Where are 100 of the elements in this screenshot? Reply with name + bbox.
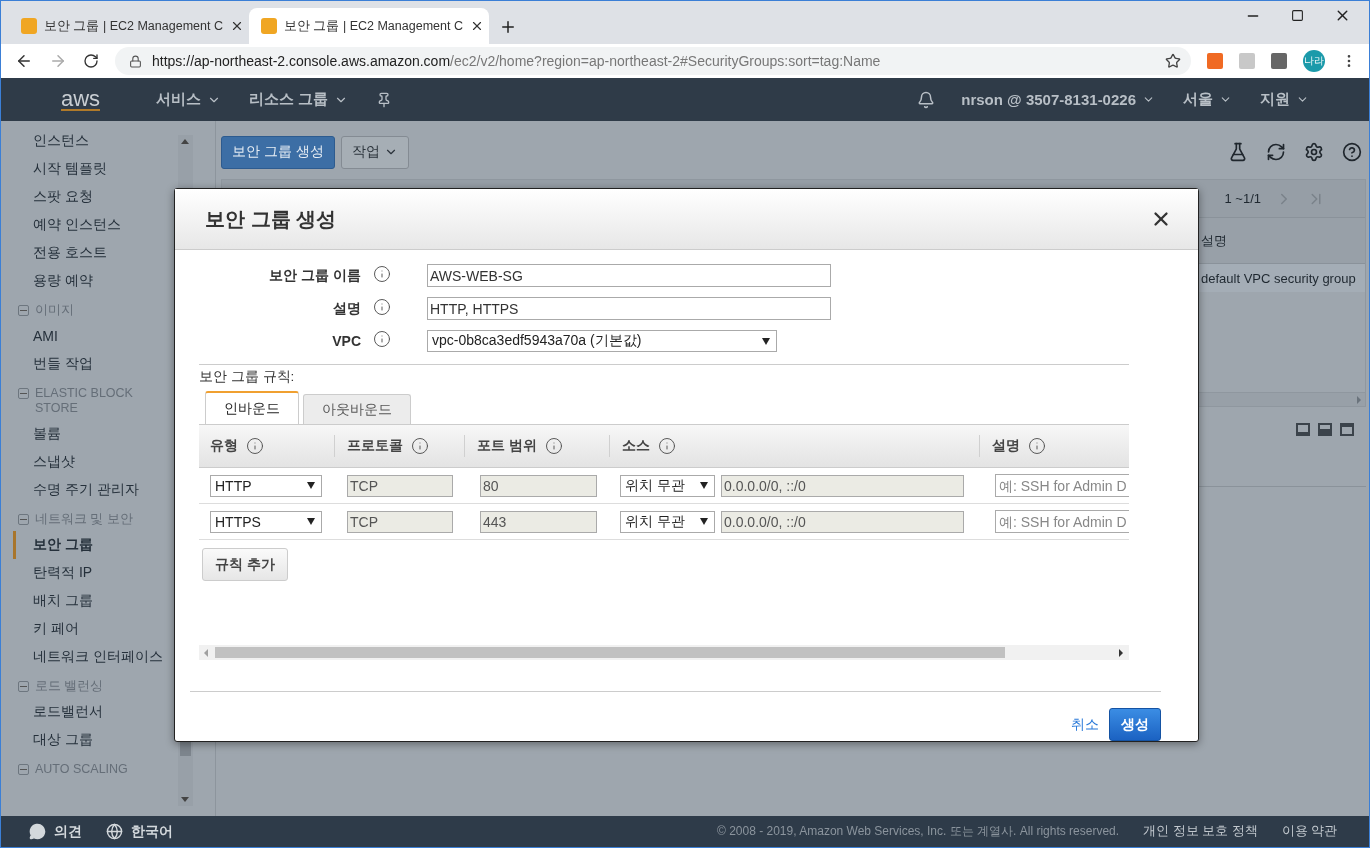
nav-menu[interactable]: 서비스 [156,90,222,109]
account-menu[interactable]: nrson @ 3507-8131-0226 [961,91,1155,108]
language-menu[interactable]: 한국어 [106,822,173,841]
reload-icon[interactable] [83,53,99,69]
description-input[interactable]: 예: SSH for Admin D [995,474,1129,497]
maximize-icon[interactable] [1291,7,1304,24]
collapse-icon[interactable] [18,514,29,525]
add-rule-button[interactable]: 규칙 추가 [202,548,288,581]
star-icon[interactable] [1165,53,1181,69]
column-header: 설명 [992,437,1020,455]
sidebar-item[interactable]: 번들 작업 [13,350,178,378]
sidebar-item[interactable]: 시작 템플릿 [13,155,178,183]
lock-icon [129,54,142,68]
section-label: 보안 그룹 규칙: [199,368,296,386]
rules-tab[interactable]: 인바운드 [205,391,299,424]
region-menu[interactable]: 서울 [1183,90,1232,109]
layout-icon[interactable] [1318,423,1332,436]
column-header: 유형 [210,437,238,455]
back-icon[interactable] [15,52,33,70]
sidebar-item[interactable]: 키 페어 [13,615,178,643]
sidebar-item[interactable]: 로드밸런서 [13,698,178,726]
sidebar-item[interactable]: 스냅샷 [13,448,178,476]
collapse-icon[interactable] [18,764,29,775]
port-input[interactable]: 443 [480,510,597,533]
sidebar-item[interactable]: 수명 주기 관리자 [13,476,178,504]
sidebar-item[interactable]: 대상 그룹 [13,726,178,754]
nav-menu[interactable]: 리소스 그룹 [249,90,349,109]
rules-tab[interactable]: 아웃바운드 [303,394,411,424]
column-header: 소스 [622,437,650,455]
layout-icon[interactable] [1340,423,1354,436]
sidebar-item[interactable]: 볼륨 [13,420,178,448]
help-icon[interactable] [1342,142,1362,162]
sidebar-heading: 이미지 [35,303,75,318]
cidr-input[interactable]: 0.0.0.0/0, ::/0 [721,474,964,497]
source-select[interactable]: 위치 무관 [620,474,715,497]
globe-icon [106,823,123,840]
text-input[interactable]: AWS-WEB-SG [427,264,831,287]
caret-icon [307,482,315,489]
vpc-select[interactable]: vpc-0b8ca3edf5943a70a (기본값) [427,330,777,352]
cube-icon [21,18,37,34]
info-icon[interactable] [1028,437,1046,455]
caret-icon [307,518,315,525]
feedback-link[interactable]: 의견 [29,822,82,841]
sidebar-item[interactable]: 탄력적 IP [13,559,178,587]
source-select[interactable]: 위치 무관 [620,510,715,533]
sidebar-item[interactable]: 배치 그룹 [13,587,178,615]
sidebar-item[interactable]: 인스턴스 [13,127,178,155]
info-icon[interactable] [246,437,264,455]
type-select[interactable]: HTTPS [210,510,322,533]
layout-icon[interactable] [1296,423,1310,436]
column-header: 포트 범위 [477,437,537,455]
field-label: 설명 [332,299,361,318]
cancel-link[interactable]: 취소 [1071,715,1099,734]
collapse-icon[interactable] [18,388,29,399]
scrollbar[interactable] [199,645,1129,660]
support-menu[interactable]: 지원 [1260,90,1309,109]
aws-logo[interactable]: aws [61,88,101,111]
sidebar-item[interactable]: 예약 인스턴스 [13,211,178,239]
sidebar-item[interactable]: 용량 예약 [13,267,178,295]
sidebar-heading: AUTO SCALING [35,762,129,777]
cidr-input[interactable]: 0.0.0.0/0, ::/0 [721,510,964,533]
sidebar-item[interactable]: 스팟 요청 [13,183,178,211]
column-header[interactable]: 설명 [1197,231,1365,250]
settings-icon[interactable] [1304,142,1324,162]
browser-tab[interactable]: 보안 그룹 | EC2 Management C [9,8,249,44]
create-security-group-button[interactable]: 보안 그룹 생성 [221,135,335,169]
port-input[interactable]: 80 [480,474,597,497]
speech-bubble-icon [29,823,46,840]
cube-icon [261,18,277,34]
info-icon[interactable] [658,437,676,455]
info-icon[interactable] [544,437,563,455]
protocol-input[interactable]: TCP [347,510,453,533]
protocol-input[interactable]: TCP [347,474,453,497]
create-button[interactable]: 생성 [1109,708,1161,741]
copyright-text: © 2008 - 2019, Amazon Web Services, Inc. 또는 계열사. All rights reserved. [716,823,1120,840]
type-select[interactable]: HTTP [210,474,322,497]
description-input[interactable]: 예: SSH for Admin D [995,510,1129,533]
privacy-link[interactable]: 개인 정보 보호 정책 [1143,823,1258,840]
collapse-icon[interactable] [18,681,29,692]
bell-icon[interactable] [917,90,936,109]
actions-button[interactable]: 작업 [340,135,409,169]
terms-link[interactable]: 이용 약관 [1281,823,1337,840]
caret-icon [700,518,708,525]
collapse-icon[interactable] [18,305,29,316]
profile-avatar[interactable]: 나라 [1303,50,1325,72]
caret-icon [700,482,708,489]
sidebar-heading: ELASTIC BLOCK STORE [35,386,134,416]
dialog-title: 보안 그룹 생성 [205,206,338,232]
new-tab-icon[interactable] [499,18,517,36]
info-icon[interactable] [411,437,429,455]
browser-tab[interactable]: 보안 그룹 | EC2 Management C [249,8,489,44]
refresh-icon[interactable] [1266,142,1286,162]
sidebar-item[interactable]: 전용 호스트 [13,239,178,267]
sidebar-item[interactable]: AMI [13,322,178,350]
field-label: VPC [331,333,361,349]
address-bar[interactable]: https://ap-northeast-2.console.aws.amazon.com/ec2/v2/home?region=ap-northeast-2#SecurityGroups:sort=tag:Name [115,47,1191,75]
flask-icon[interactable] [1228,142,1248,162]
text-input[interactable]: HTTP, HTTPS [427,297,831,320]
sidebar-item[interactable]: 네트워크 인터페이스 [13,643,178,671]
field-label: 보안 그룹 이름 [268,266,361,285]
